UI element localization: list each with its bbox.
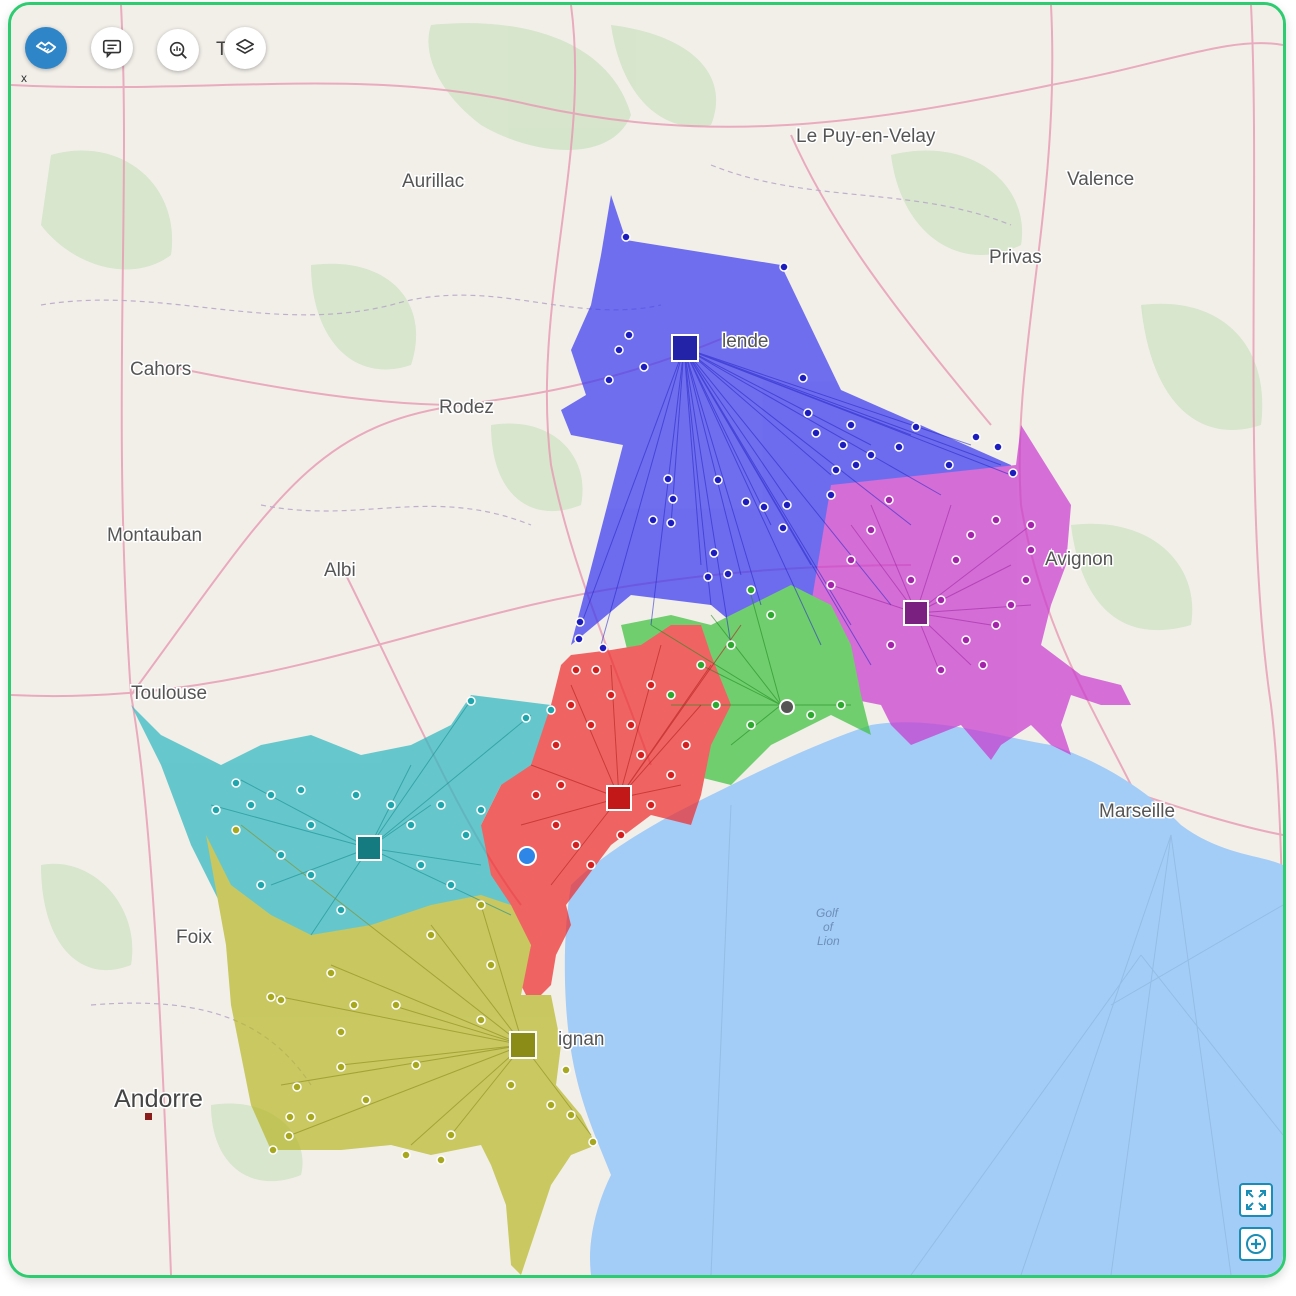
label-perpignan: ignan [558, 1029, 605, 1050]
label-golf-1: Golf [816, 906, 840, 920]
label-golf-3: Lion [817, 934, 840, 948]
label-golf-2: of [823, 920, 835, 934]
layers-button[interactable] [224, 27, 266, 69]
label-rodez: Rodez [439, 397, 494, 418]
fullscreen-button[interactable] [1239, 1183, 1273, 1217]
map-canvas[interactable]: Le Puy-en-Velay Valence Aurillac Privas … [11, 5, 1283, 1275]
label-mende: lende [722, 331, 769, 352]
handshake-icon [35, 41, 57, 54]
label-albi: Albi [324, 560, 356, 581]
label-cahors: Cahors [130, 359, 191, 380]
label-le-puy: Le Puy-en-Velay [796, 126, 936, 147]
label-toulouse: Toulouse [131, 683, 207, 704]
expand-icon [1246, 1190, 1266, 1210]
depot-beziers [606, 785, 632, 811]
andorre-marker [145, 1113, 152, 1120]
analysis-button[interactable] [157, 29, 199, 71]
depot-mende [671, 334, 699, 362]
layers-icon [235, 38, 255, 54]
label-valence: Valence [1067, 169, 1134, 190]
label-avignon: Avignon [1045, 549, 1113, 570]
magnifier-chart-icon [169, 41, 187, 59]
label-marseille: Marseille [1099, 801, 1175, 822]
chat-icon [102, 39, 122, 59]
label-aurillac: Aurillac [402, 171, 464, 192]
label-foix: Foix [176, 927, 212, 948]
depot-perpignan [509, 1031, 537, 1059]
depot-montpellier [779, 699, 795, 715]
zoom-in-button[interactable] [1239, 1227, 1273, 1261]
plus-icon [1246, 1234, 1266, 1254]
label-montauban: Montauban [107, 525, 202, 546]
territory-tool-button[interactable] [25, 27, 67, 69]
map-frame: Le Puy-en-Velay Valence Aurillac Privas … [8, 2, 1286, 1278]
current-location-marker[interactable] [517, 846, 537, 866]
depot-carcassonne [356, 835, 382, 861]
close-mark[interactable]: x [21, 71, 27, 85]
comments-button[interactable] [91, 27, 133, 69]
label-andorre: Andorre [114, 1085, 203, 1113]
label-privas: Privas [989, 247, 1042, 268]
depot-nimes [903, 600, 929, 626]
